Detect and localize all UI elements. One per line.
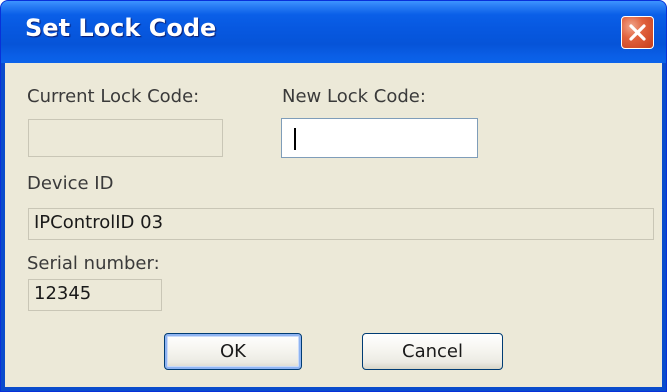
device-id-label: Device ID [27,173,114,194]
title-bar[interactable]: Set Lock Code [1,1,666,63]
device-id-field: IPControlID 03 [28,208,654,240]
new-lock-code-input[interactable] [281,118,478,158]
dialog-body: Current Lock Code: New Lock Code: Device… [5,63,662,387]
serial-number-field: 12345 [28,279,162,311]
ok-button[interactable]: OK [164,333,302,370]
current-lock-code-label: Current Lock Code: [27,86,200,107]
close-button[interactable] [621,16,654,49]
new-lock-code-label: New Lock Code: [282,86,426,107]
set-lock-code-dialog: Set Lock Code Current Lock Code: New Loc… [0,0,667,392]
current-lock-code-field [28,119,223,157]
serial-number-label: Serial number: [27,253,160,274]
close-icon [629,24,646,41]
text-caret [294,128,296,150]
cancel-button[interactable]: Cancel [362,333,503,370]
dialog-title: Set Lock Code [25,14,217,42]
